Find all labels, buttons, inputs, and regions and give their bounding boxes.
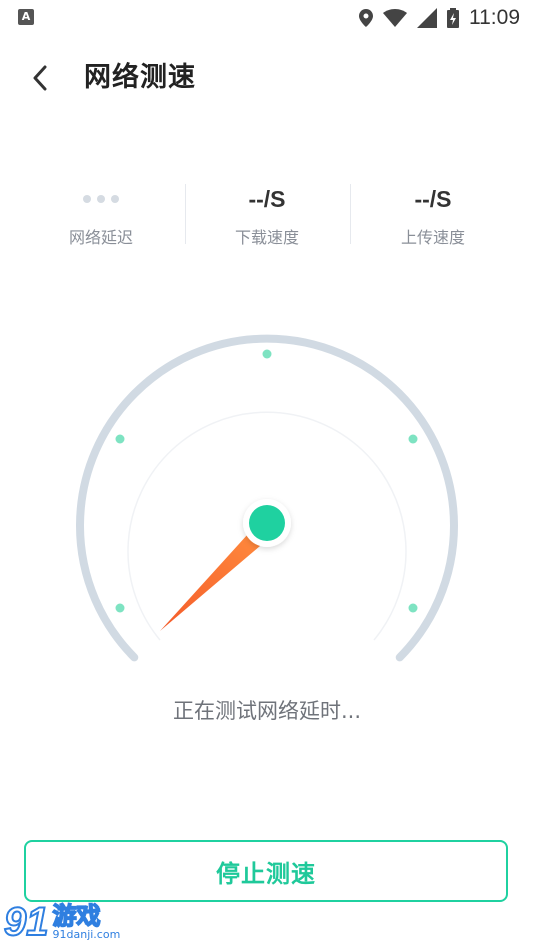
divider — [350, 184, 351, 244]
clock: 11:09 — [469, 6, 520, 29]
page-title: 网络测速 — [84, 62, 196, 93]
metrics-row: 网络延迟 --/S 下载速度 --/S 上传速度 — [0, 180, 534, 250]
gauge-needle — [160, 534, 260, 631]
watermark-number: 91 — [3, 899, 49, 945]
app-bar: 网络测速 — [0, 48, 534, 108]
latency-metric: 网络延迟 — [21, 180, 181, 248]
status-bar: A 11:09 — [0, 0, 534, 36]
wifi-icon — [383, 9, 407, 27]
gauge-hub-center — [249, 505, 285, 541]
stop-test-button-label: 停止测速 — [216, 859, 316, 888]
loading-dots-icon — [21, 180, 181, 218]
gauge-tick-dot — [262, 349, 272, 359]
app-notification-icon: A — [18, 9, 34, 25]
divider — [185, 184, 186, 244]
download-metric: --/S 下载速度 — [187, 180, 347, 248]
watermark-url: 91danji.com — [52, 928, 121, 941]
signal-icon — [417, 8, 437, 28]
latency-label: 网络延迟 — [68, 228, 133, 247]
gauge-tick-dot — [408, 603, 418, 613]
gauge-tick-dot — [115, 603, 125, 613]
status-icons: 11:09 — [359, 6, 520, 30]
back-button[interactable] — [24, 60, 56, 96]
download-value: --/S — [248, 186, 286, 212]
upload-value: --/S — [414, 186, 452, 212]
watermark-name: 游戏 — [52, 902, 101, 930]
testing-status-text: 正在测试网络延时... — [172, 699, 362, 723]
battery-icon — [447, 8, 459, 28]
gauge-outer-arc — [76, 334, 458, 662]
chevron-left-icon — [33, 65, 47, 91]
stop-test-button[interactable]: 停止测速 — [24, 840, 508, 902]
download-label: 下载速度 — [234, 228, 299, 247]
gauge-tick-dot — [115, 434, 125, 444]
upload-label: 上传速度 — [400, 228, 465, 247]
speed-gauge — [76, 334, 458, 662]
watermark-logo: 91 游戏 91danji.com — [3, 896, 121, 948]
gauge-tick-dot — [408, 434, 418, 444]
location-icon — [359, 9, 373, 27]
upload-metric: --/S 上传速度 — [353, 180, 513, 248]
